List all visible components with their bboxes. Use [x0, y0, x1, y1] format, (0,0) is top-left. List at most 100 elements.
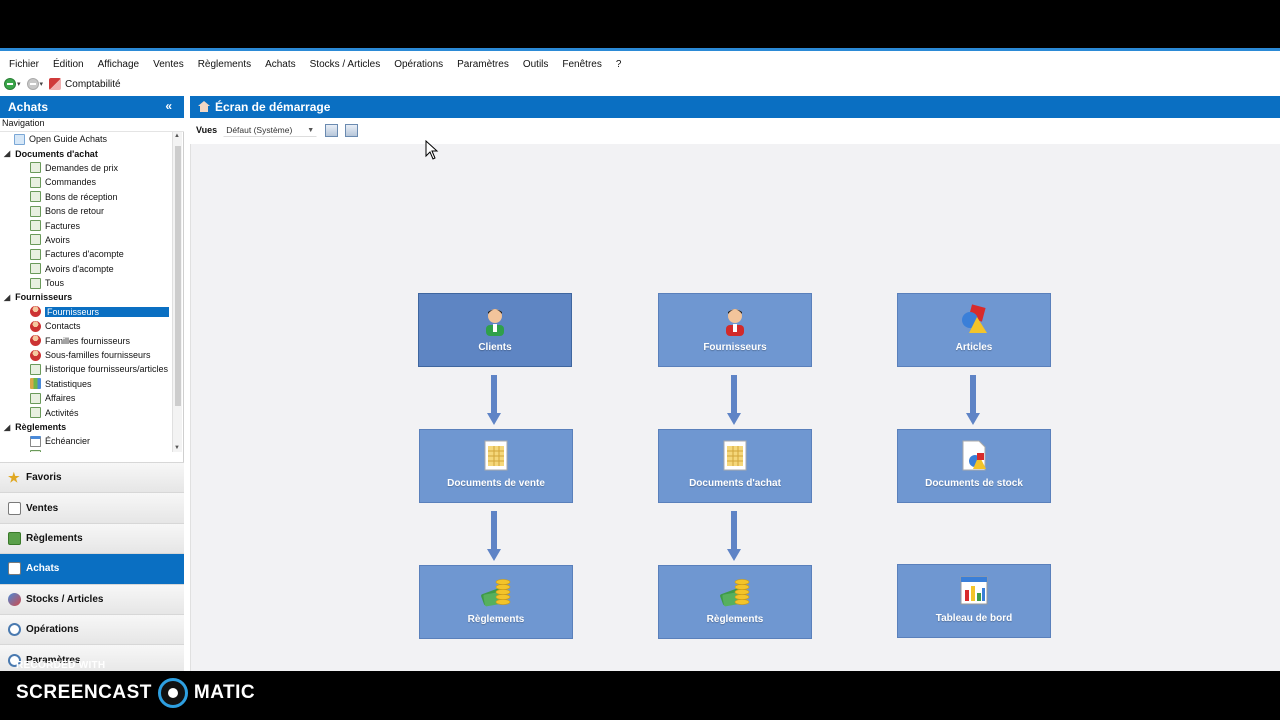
- expand-triangle-icon[interactable]: ◢: [4, 293, 10, 302]
- tree-item[interactable]: Bons de réception: [0, 190, 172, 204]
- expand-triangle-icon[interactable]: ◢: [4, 149, 10, 158]
- tile-reglements-ventes[interactable]: Règlements: [419, 565, 573, 639]
- tree-item[interactable]: Factures d'acompte: [0, 247, 172, 261]
- tree-group[interactable]: ◢ Règlements: [0, 420, 172, 434]
- stock-document-icon: [962, 440, 986, 471]
- tile-fournisseurs[interactable]: Fournisseurs: [658, 293, 812, 367]
- menu-item[interactable]: Règlements: [198, 59, 251, 70]
- tile-documents-d-achat-label: Documents d'achat: [689, 478, 781, 489]
- comptabilite-button[interactable]: Comptabilité: [49, 78, 121, 90]
- tree-item-label: Bons de réception: [45, 191, 118, 202]
- toolbar: ▾ ▾ Comptabilité: [0, 73, 1280, 95]
- menu-item[interactable]: Affichage: [98, 59, 140, 70]
- tree-item[interactable]: Factures: [0, 218, 172, 232]
- cal-icon: [30, 435, 41, 447]
- section-ventes[interactable]: Ventes: [0, 492, 184, 523]
- gear-icon: [8, 623, 21, 637]
- arrow-head: [487, 549, 501, 561]
- tree-item[interactable]: Commandes: [0, 175, 172, 189]
- flow-arrow: [966, 375, 980, 427]
- tree-group[interactable]: ◢ Documents d'achat: [0, 146, 172, 160]
- tile-documents-de-vente[interactable]: Documents de vente: [419, 429, 573, 503]
- tile-articles[interactable]: Articles: [897, 293, 1051, 367]
- tree-item[interactable]: Statistiques: [0, 377, 172, 391]
- menu-item[interactable]: ?: [616, 59, 622, 70]
- tile-documents-de-vente-label: Documents de vente: [447, 478, 545, 489]
- tree-item[interactable]: Familles fournisseurs: [0, 333, 172, 347]
- watermark-left: SCREENCAST: [16, 682, 152, 703]
- arrow-shaft: [731, 511, 737, 551]
- doc-icon: [30, 392, 41, 404]
- menu-item[interactable]: Paramètres: [457, 59, 509, 70]
- tree-item[interactable]: Tous: [0, 276, 172, 290]
- forward-button[interactable]: ▾: [26, 78, 43, 90]
- menu-item[interactable]: Fenêtres: [562, 59, 601, 70]
- user-icon: [30, 335, 41, 347]
- tree-group[interactable]: ◢ Fournisseurs: [0, 290, 172, 304]
- scroll-down-icon[interactable]: ▼: [174, 445, 180, 451]
- back-button[interactable]: ▾: [4, 78, 21, 90]
- chart-icon: [30, 378, 41, 390]
- tree-item[interactable]: Activités: [0, 405, 172, 419]
- tree-item[interactable]: Fournisseurs: [0, 305, 172, 319]
- sidebar: Achats « Navigation Open Guide Achats ◢ Do…: [0, 96, 184, 675]
- tree-item[interactable]: Avoirs: [0, 233, 172, 247]
- menu-item[interactable]: Opérations: [394, 59, 443, 70]
- guide-icon: [14, 133, 25, 145]
- section-r-glements[interactable]: Règlements: [0, 522, 184, 554]
- arrow-shaft: [970, 375, 976, 415]
- add-view-button[interactable]: [325, 123, 339, 137]
- tile-reglements-achats[interactable]: Règlements: [658, 565, 812, 639]
- menu-item[interactable]: Stocks / Articles: [310, 59, 381, 70]
- sidebar-sections: ★ Favoris Ventes Règlements Achats Stocks / A…: [0, 462, 184, 675]
- tree-item-label: Factures: [45, 220, 81, 231]
- menu-item[interactable]: Outils: [523, 59, 549, 70]
- menu-item[interactable]: Ventes: [153, 59, 184, 70]
- arrow-head: [487, 413, 501, 425]
- arrow-head: [727, 549, 741, 561]
- tree-item-label: Demandes de prix: [45, 162, 119, 173]
- tree-item[interactable]: Règlements: [0, 449, 172, 452]
- section-achats[interactable]: Achats: [0, 553, 184, 584]
- main-header: Écran de démarrage: [190, 96, 1280, 118]
- doc-icon: [30, 450, 41, 452]
- tree-item[interactable]: Historique fournisseurs/articles: [0, 362, 172, 376]
- tree-scrollbar[interactable]: ▲ ▼: [172, 132, 182, 452]
- comptabilite-label: Comptabilité: [65, 78, 121, 90]
- tree-item[interactable]: Sous-familles fournisseurs: [0, 348, 172, 362]
- scrollbar-thumb[interactable]: [175, 146, 181, 406]
- collapse-sidebar-button[interactable]: «: [165, 99, 172, 113]
- tree-item[interactable]: Bons de retour: [0, 204, 172, 218]
- tree-item[interactable]: Avoirs d'acompte: [0, 262, 172, 276]
- sidebar-header: Achats «: [0, 96, 184, 118]
- section-stocks-articles[interactable]: Stocks / Articles: [0, 583, 184, 614]
- expand-triangle-icon[interactable]: ◢: [4, 423, 10, 432]
- tile-tableau-de-bord[interactable]: Tableau de bord: [897, 564, 1051, 638]
- tree-item-label: Affaires: [45, 393, 76, 404]
- tile-clients[interactable]: Clients: [418, 293, 572, 367]
- tile-clients-label: Clients: [478, 342, 512, 353]
- tree-item-label: Open Guide Achats: [29, 134, 108, 145]
- tree-item-label: Commandes: [45, 177, 97, 188]
- tree-item[interactable]: Échéancier: [0, 434, 172, 448]
- tile-documents-d-achat[interactable]: Documents d'achat: [658, 429, 812, 503]
- comptabilite-icon: [49, 78, 62, 90]
- flow-arrow: [487, 511, 501, 563]
- tree-item-label: Documents d'achat: [15, 148, 98, 159]
- tree-item[interactable]: Contacts: [0, 319, 172, 333]
- views-select[interactable]: Défaut (Système) ▼: [223, 123, 318, 137]
- arrow-shaft: [491, 375, 497, 415]
- tree-item[interactable]: Demandes de prix: [0, 161, 172, 175]
- tree-item[interactable]: Affaires: [0, 391, 172, 405]
- tile-documents-de-stock-label: Documents de stock: [925, 478, 1023, 489]
- tile-documents-de-stock[interactable]: Documents de stock: [897, 429, 1051, 503]
- menu-item[interactable]: Édition: [53, 59, 84, 70]
- section-op-rations[interactable]: Opérations: [0, 613, 184, 645]
- menu-item[interactable]: Fichier: [9, 59, 39, 70]
- manage-views-button[interactable]: [345, 123, 359, 137]
- menu-item[interactable]: Achats: [265, 59, 296, 70]
- tree-item-label: Avoirs d'acompte: [45, 263, 114, 274]
- section-favoris[interactable]: ★ Favoris: [0, 462, 184, 493]
- scroll-up-icon[interactable]: ▲: [174, 133, 180, 139]
- tree-item[interactable]: Open Guide Achats: [0, 132, 172, 146]
